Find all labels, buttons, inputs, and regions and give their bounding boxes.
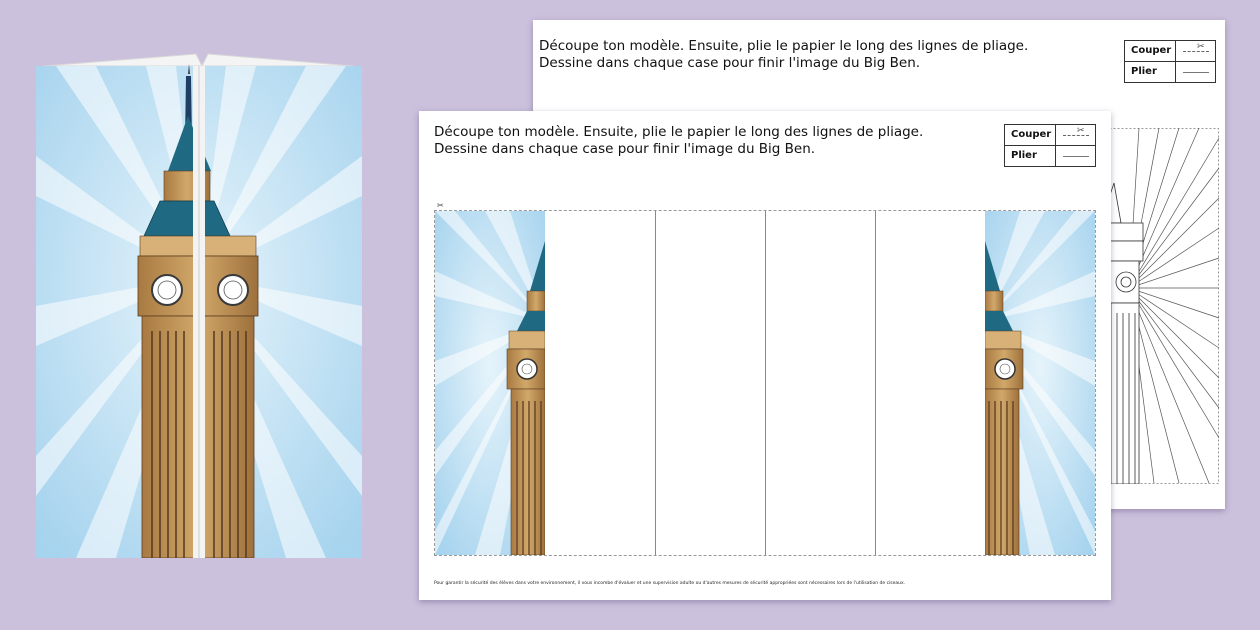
scissor-icon: ✂: [1197, 42, 1205, 52]
folded-card: [36, 46, 362, 559]
legend-cut-row: Couper ✂: [1125, 41, 1215, 61]
legend-cut-row: Couper ✂: [1005, 125, 1095, 145]
instruction-line-2-back: Dessine dans chaque case pour finir l'im…: [539, 55, 921, 71]
fold-line-3: [875, 211, 876, 555]
safety-note: Pour garantir la sécurité des élèves dan…: [434, 581, 906, 586]
legend-cut-label: Couper: [1131, 45, 1172, 56]
legend-fold-row: Plier: [1005, 145, 1095, 166]
left-image-panel: [435, 211, 545, 555]
legend-back: Couper ✂ Plier: [1124, 40, 1216, 83]
legend-fold-row: Plier: [1125, 61, 1215, 82]
coloring-panel: [1109, 128, 1220, 484]
scissor-icon: ✂: [1077, 126, 1085, 136]
right-image-panel: [985, 211, 1095, 555]
folded-card-illustration: [36, 53, 362, 559]
cut-scissor-icon: ✂: [437, 201, 444, 210]
legend-cut-label: Couper: [1011, 129, 1052, 140]
instruction-line-1: Découpe ton modèle. Ensuite, plie le pap…: [434, 124, 924, 140]
instruction-line-2: Dessine dans chaque case pour finir l'im…: [434, 141, 816, 157]
instruction-line-1-back: Découpe ton modèle. Ensuite, plie le pap…: [539, 38, 1029, 54]
template-strip: [434, 210, 1096, 556]
legend-fold-label: Plier: [1011, 150, 1037, 161]
legend: Couper ✂ Plier: [1004, 124, 1096, 167]
fold-line-2: [765, 211, 766, 555]
legend-fold-label: Plier: [1131, 66, 1157, 77]
fold-line-1: [655, 211, 656, 555]
outline-tower: [1109, 182, 1144, 484]
worksheet-front: Découpe ton modèle. Ensuite, plie le pap…: [419, 111, 1111, 600]
